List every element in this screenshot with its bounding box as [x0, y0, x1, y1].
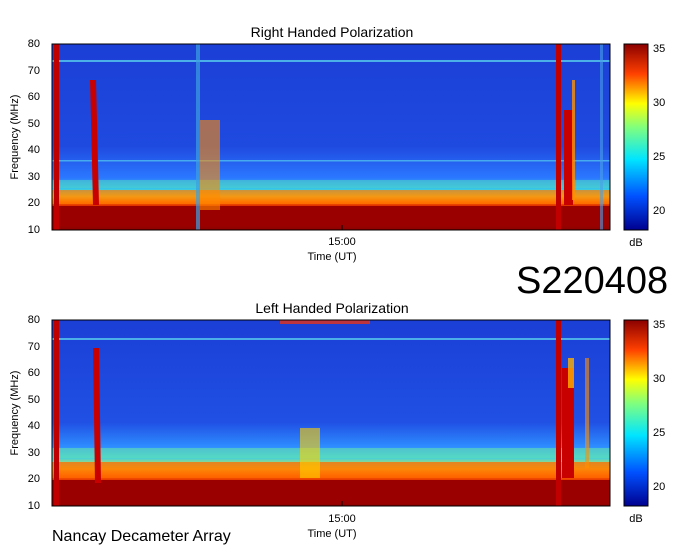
y-axis: 10 20 30 40 50 60 70 80 Frequency (MHz)	[9, 314, 40, 512]
spectrogram-image	[52, 320, 610, 506]
y-tick-label: 50	[28, 394, 40, 406]
y-tick-label: 30	[28, 447, 40, 459]
y-tick-label: 10	[28, 500, 40, 512]
event-id: S220408	[516, 260, 669, 302]
chart-title: Left Handed Polarization	[255, 300, 408, 316]
colorbar: 35 30 25 20 dB	[623, 43, 665, 249]
y-tick-label: 80	[28, 314, 40, 326]
x-axis: 15:00 Time (UT)	[307, 501, 357, 540]
spectrogram-image	[52, 44, 610, 230]
y-tick-label: 70	[28, 65, 40, 77]
x-tick-label: 15:00	[328, 236, 356, 248]
y-axis-label: Frequency (MHz)	[9, 95, 21, 180]
x-axis-label: Time (UT)	[307, 251, 356, 263]
colorbar: 35 30 25 20 dB	[623, 319, 665, 525]
colorbar-tick-label: 25	[653, 427, 665, 439]
y-tick-label: 50	[28, 118, 40, 130]
y-tick-label: 70	[28, 341, 40, 353]
y-axis-label: Frequency (MHz)	[9, 371, 21, 456]
y-tick-label: 80	[28, 38, 40, 50]
left-polarization-panel: Left Handed Polarization 10 20 30 40 50 …	[0, 298, 680, 558]
y-tick-label: 40	[28, 144, 40, 156]
chart-title: Right Handed Polarization	[251, 24, 414, 40]
x-axis: 15:00 Time (UT)	[307, 225, 357, 263]
colorbar-label: dB	[629, 237, 642, 249]
colorbar-tick-label: 20	[653, 205, 665, 217]
colorbar-tick-label: 30	[653, 373, 665, 385]
y-tick-label: 60	[28, 367, 40, 379]
y-axis: 10 20 30 40 50 60 70 80 Frequency (MHz)	[9, 38, 40, 236]
colorbar-tick-label: 20	[653, 481, 665, 493]
x-tick-label: 15:00	[328, 513, 356, 525]
colorbar-tick-label: 30	[653, 97, 665, 109]
colorbar-tick-label: 35	[653, 43, 665, 55]
y-tick-label: 20	[28, 473, 40, 485]
x-axis-label: Time (UT)	[307, 528, 356, 540]
colorbar-tick-label: 35	[653, 319, 665, 331]
y-tick-label: 10	[28, 224, 40, 236]
right-polarization-chart: Right Handed Polarization 10 20 30 40 50…	[9, 24, 665, 263]
colorbar-tick-label: 25	[653, 151, 665, 163]
footer-label: Nancay Decameter Array	[52, 528, 231, 545]
left-polarization-chart: Left Handed Polarization 10 20 30 40 50 …	[9, 300, 665, 540]
right-polarization-panel: Right Handed Polarization 10 20 30 40 50…	[0, 20, 680, 280]
y-tick-label: 20	[28, 197, 40, 209]
y-tick-label: 40	[28, 420, 40, 432]
y-tick-label: 60	[28, 91, 40, 103]
colorbar-label: dB	[629, 513, 642, 525]
y-tick-label: 30	[28, 171, 40, 183]
